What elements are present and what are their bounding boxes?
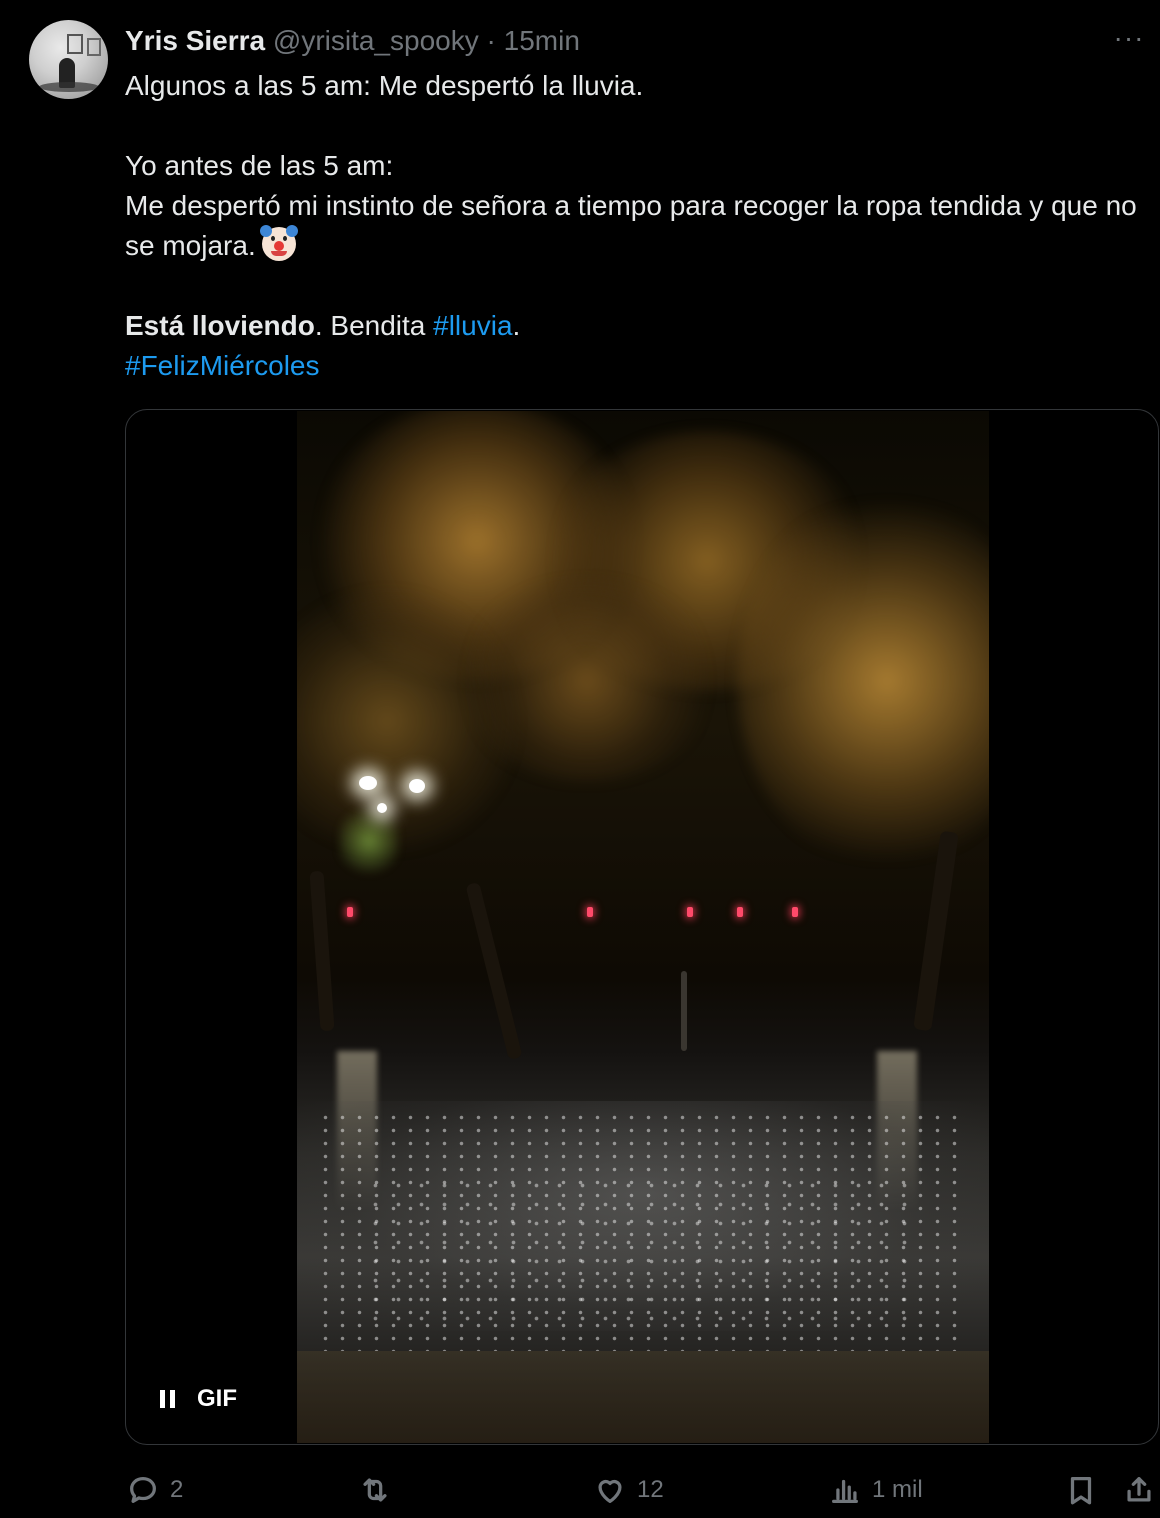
views-chart-icon [832, 1479, 858, 1503]
reply-icon [130, 1477, 156, 1503]
hashtag-felizmiercoles[interactable]: #FelizMiércoles [125, 350, 320, 381]
tweet-header: Yris Sierra @yrisita_spooky · 15min [125, 24, 580, 58]
reply-count: 2 [170, 1476, 184, 1503]
tweet-line-3: Me despertó mi instinto de señora a tiem… [125, 190, 1137, 261]
more-options-icon[interactable]: ··· [1112, 24, 1146, 54]
tweet-time[interactable]: 15min [504, 25, 580, 56]
tweet-line-2: Yo antes de las 5 am: [125, 150, 394, 181]
bold-text: Está lloviendo [125, 310, 315, 341]
views-count: 1 mil [872, 1476, 923, 1503]
tweet-line-4: Está lloviendo. Bendita #lluvia. [125, 310, 521, 341]
heart-icon [598, 1480, 622, 1503]
reply-button[interactable]: 2 [126, 1468, 183, 1512]
pause-icon[interactable] [160, 1390, 175, 1408]
repost-icon [363, 1478, 387, 1502]
gif-label: GIF [197, 1385, 237, 1412]
views-button[interactable]: 1 mil [828, 1468, 923, 1512]
avatar[interactable] [29, 20, 108, 99]
share-button[interactable] [1122, 1468, 1156, 1512]
hashtag-lluvia[interactable]: #lluvia [433, 310, 512, 341]
gif-media[interactable] [125, 409, 1159, 1445]
like-count: 12 [637, 1476, 664, 1503]
author-name[interactable]: Yris Sierra [125, 25, 265, 56]
bookmark-button[interactable] [1064, 1468, 1098, 1512]
clown-face-emoji-icon [259, 225, 298, 261]
meta-separator: · [478, 25, 504, 56]
tweet-text: Algunos a las 5 am: Me despertó la lluvi… [125, 66, 1155, 386]
share-icon [1127, 1477, 1151, 1502]
rain-night-park-image [297, 411, 989, 1443]
author-handle[interactable]: @yrisita_spooky [273, 25, 479, 56]
repost-button[interactable] [358, 1468, 402, 1512]
bookmark-icon [1070, 1477, 1092, 1505]
like-button[interactable]: 12 [593, 1468, 664, 1512]
action-bar: 2 12 1 mil [0, 1468, 1160, 1514]
tweet-line-1: Algunos a las 5 am: Me despertó la lluvi… [125, 70, 644, 101]
gif-badge[interactable]: GIF [160, 1382, 237, 1416]
